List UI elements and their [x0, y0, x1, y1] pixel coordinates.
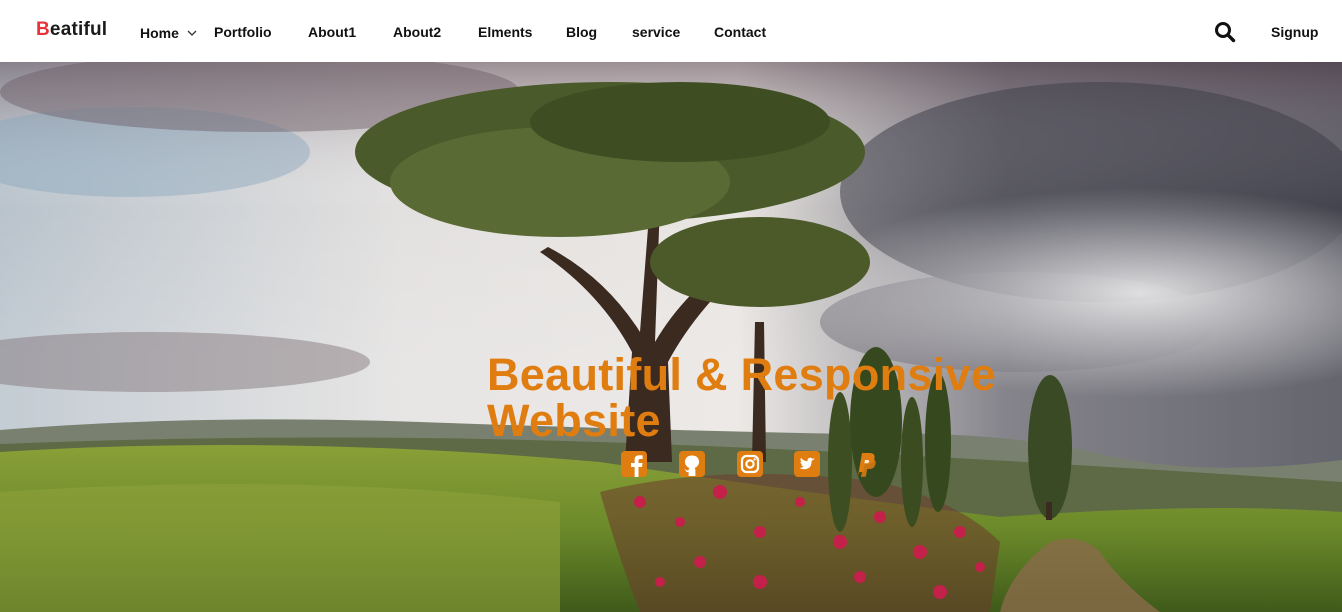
- hero-title: Beautiful & Responsive Website: [487, 349, 997, 446]
- nav-item-contact[interactable]: Contact: [714, 24, 766, 40]
- nav-item-label: Blog: [566, 24, 598, 40]
- nav-item-about1[interactable]: About1: [308, 24, 356, 40]
- brand-rest: eatiful: [49, 19, 108, 40]
- nav-item-label: service: [632, 24, 681, 40]
- nav-item-label: Portfolio: [214, 24, 272, 40]
- nav-item-portfolio[interactable]: Portfolio: [214, 24, 272, 40]
- nav-item-home[interactable]: Home: [140, 24, 197, 41]
- nav-item-label: Contact: [714, 24, 767, 40]
- navbar: Beatiful Home Portfolio About1 About2 El…: [0, 0, 1342, 62]
- hero-background-image: [0, 62, 1342, 612]
- nav-item-blog[interactable]: Blog: [566, 24, 597, 40]
- nav-item-elments[interactable]: Elments: [478, 24, 532, 40]
- nav-item-service[interactable]: service: [632, 24, 680, 40]
- search-icon[interactable]: [1214, 21, 1236, 43]
- nav-item-about2[interactable]: About2: [393, 24, 441, 40]
- brand-first-letter: B: [36, 19, 50, 40]
- brand-logo[interactable]: Beatiful: [36, 19, 107, 41]
- paypal-icon[interactable]: [851, 450, 879, 478]
- nav-item-label: About1: [308, 24, 357, 40]
- chevron-down-icon: [187, 24, 197, 40]
- hero-section: Beautiful & Responsive Website: [0, 62, 1342, 612]
- signup-link[interactable]: Signup: [1271, 24, 1318, 40]
- nav-item-label: Home: [140, 25, 179, 41]
- facebook-icon[interactable]: [620, 450, 648, 478]
- twitter-icon[interactable]: [793, 450, 821, 478]
- instagram-icon[interactable]: [736, 450, 764, 478]
- nav-item-label: About2: [393, 24, 442, 40]
- github-icon[interactable]: [678, 450, 706, 478]
- nav-item-label: Elments: [478, 24, 533, 40]
